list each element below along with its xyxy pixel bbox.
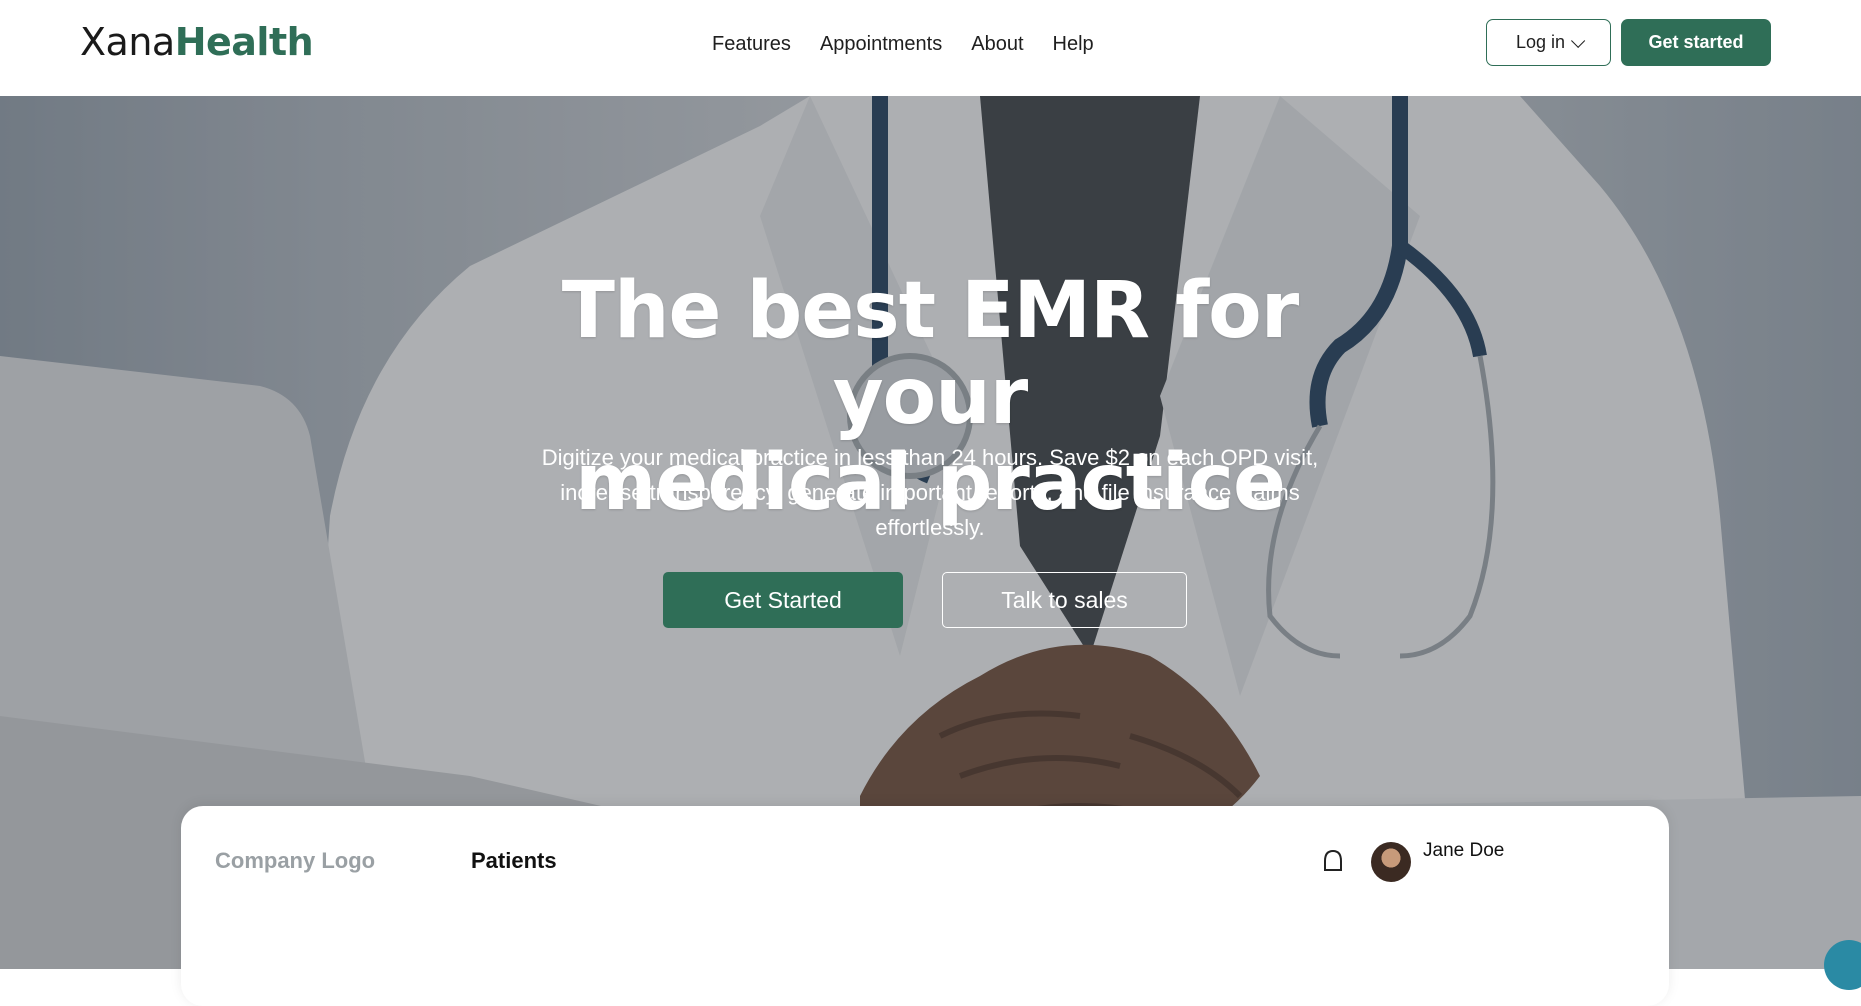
main-nav: Features Appointments About Help <box>712 31 1094 57</box>
chevron-down-icon <box>1571 33 1586 48</box>
preview-user-name: Jane Doe <box>1423 840 1505 861</box>
bell-icon <box>1324 849 1342 871</box>
hero-subtext: Digitize your medical practice in less t… <box>541 445 1319 540</box>
header-get-started-button[interactable]: Get started <box>1621 19 1771 66</box>
login-label: Log in <box>1515 32 1566 52</box>
preview-company-logo: Company Logo <box>215 848 376 873</box>
hero-get-started-button[interactable]: Get Started <box>663 572 903 628</box>
hero-headline-line1: The best EMR for your <box>561 266 1300 442</box>
logo-text-bold: Health <box>174 20 314 64</box>
avatar <box>1371 842 1411 882</box>
nav-item-about[interactable]: About <box>971 31 1023 57</box>
chat-icon[interactable] <box>1824 940 1861 990</box>
login-button[interactable]: Log in <box>1486 19 1611 66</box>
nav-item-features[interactable]: Features <box>712 31 791 57</box>
nav-item-appointments[interactable]: Appointments <box>820 31 942 57</box>
brand-logo[interactable]: XanaHealth <box>80 20 314 64</box>
preview-section-title: Patients <box>471 848 557 873</box>
logo-text-light: Xana <box>80 20 175 64</box>
dashboard-preview-card: Company Logo Patients Jane Doe <box>181 806 1669 1006</box>
talk-to-sales-button[interactable]: Talk to sales <box>942 572 1187 628</box>
site-header: XanaHealth Features Appointments About H… <box>0 0 1861 96</box>
nav-item-help[interactable]: Help <box>1053 31 1094 57</box>
